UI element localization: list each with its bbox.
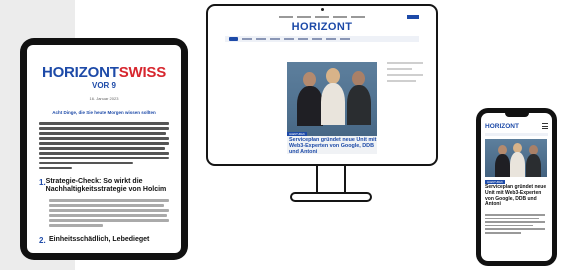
text-line-placeholder: [49, 219, 169, 222]
monitor-stand-neck: [316, 166, 346, 192]
section-1-body-text: [49, 199, 169, 227]
text-line-placeholder: [49, 209, 169, 212]
mobile-screen: HORIZONT AGENTUREN Serviceplan gründet n…: [481, 113, 552, 261]
newsletter-logo: HORIZONTSWISS: [27, 65, 181, 80]
text-line-placeholder: [49, 224, 103, 227]
website-screen: HORIZONT AGENTUREN Servicepłan gründet n…: [217, 14, 427, 154]
text-line-placeholder: [39, 166, 72, 170]
text-line-placeholder: [39, 122, 169, 125]
newsletter-section-2[interactable]: 2. Einheitsschädlich, Lebedieget: [39, 236, 169, 245]
phone-notch: [504, 113, 529, 117]
mobile-nav-bar[interactable]: [485, 133, 548, 136]
text-line-placeholder: [39, 131, 167, 135]
website-top-bar: [217, 14, 427, 20]
desktop-monitor: HORIZONT AGENTUREN Servicepłan gründet n…: [206, 4, 438, 166]
text-line-placeholder: [39, 151, 169, 155]
newsletter-date: 16. Januar 2023: [89, 96, 119, 101]
text-line-placeholder: [49, 214, 167, 217]
smartphone-device: HORIZONT AGENTUREN Serviceplan gründet n…: [476, 108, 557, 266]
mobile-article-body: [485, 214, 545, 236]
newsletter-headline[interactable]: Acht Dinge, die Sie heute Morgen wissen …: [27, 110, 181, 115]
text-line-placeholder: [39, 146, 166, 150]
website-navigation[interactable]: [225, 36, 419, 42]
monitor-stand-base: [290, 192, 372, 202]
newsletter-intro-text: [39, 122, 169, 170]
mobile-article-image[interactable]: [485, 139, 547, 177]
text-line-placeholder: [39, 141, 169, 145]
text-line-placeholder: [39, 136, 169, 140]
mobile-article-headline[interactable]: Serviceplan gründet neue Unit mit Web3-E…: [485, 184, 547, 208]
newsletter-screen: HORIZONTSWISS VOR 9 16. Januar 2023 Acht…: [27, 45, 181, 253]
hamburger-menu-icon[interactable]: [542, 123, 548, 131]
section-number: 1.: [39, 178, 46, 188]
website-logo[interactable]: HORIZONT: [217, 21, 427, 33]
text-line-placeholder: [39, 161, 133, 165]
webcam-icon: [320, 8, 324, 11]
section-title[interactable]: Strategie-Check: So wirkt die Nachhaltig…: [46, 178, 169, 194]
logo-part-swiss: SWISS: [118, 64, 167, 81]
newsletter-edition: VOR 9: [91, 81, 116, 90]
section-number: 2.: [39, 235, 46, 245]
subscribe-button[interactable]: [407, 15, 419, 19]
section-title[interactable]: Einheitsschädlich, Lebedieget: [49, 236, 149, 245]
newsletter-section-1[interactable]: 1. Strategie-Check: So wirkt die Nachhal…: [39, 178, 169, 194]
tablet-device: HORIZONTSWISS VOR 9 16. Januar 2023 Acht…: [20, 38, 188, 260]
nav-home-button[interactable]: [229, 37, 238, 41]
text-line-placeholder: [49, 204, 165, 207]
hero-article-image[interactable]: AGENTUREN Servicepłan gründet neue Unit …: [287, 62, 377, 154]
text-line-placeholder: [39, 156, 169, 160]
website-sidebar: [387, 62, 423, 86]
text-line-placeholder: [49, 199, 169, 202]
logo-part-horizont: HORIZONT: [41, 64, 119, 81]
hero-article-headline[interactable]: Servicepłan gründet neue Unit mit Web3-E…: [287, 136, 377, 154]
text-line-placeholder: [39, 126, 169, 130]
